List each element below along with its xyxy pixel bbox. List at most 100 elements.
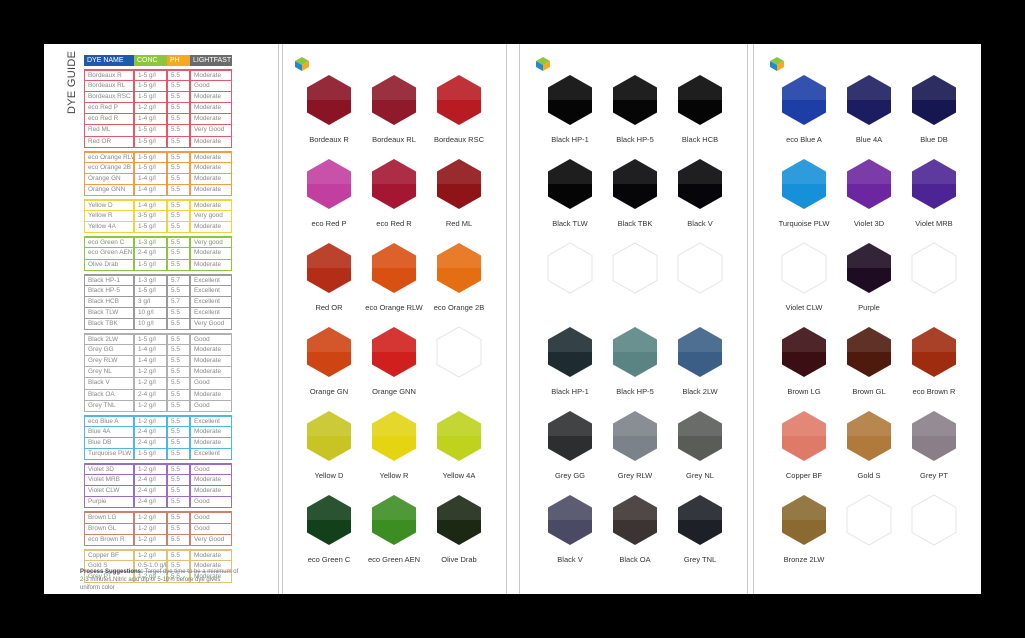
cell-conc: 3 g/l [134, 296, 167, 308]
hexagon-swatch-icon [847, 411, 891, 461]
swatch-violet-mrb: Violet MRB [909, 158, 959, 228]
cell-ph: 5.5 [167, 523, 190, 535]
cell-lightfast: Very Good [190, 534, 232, 546]
cell-ph: 5.5 [167, 400, 190, 412]
cell-dye-name: Purple [84, 497, 134, 509]
swatch-panel-blues: eco Blue A Blue 4A Blue DB Turquoise PLW Vio… [757, 44, 997, 594]
swatch-label: Olive Drab [441, 555, 477, 564]
cell-ph: 5.5 [167, 356, 190, 368]
hexagon-swatch-icon [307, 327, 351, 377]
cell-lightfast: Very Good [190, 318, 232, 331]
swatch-panel-reds: Bordeaux R Bordeaux RL Bordeaux RSC eco Red… [282, 44, 522, 594]
table-row: eco Red R 1-4 g/l 5.5 Moderate [84, 114, 232, 126]
hexagon-swatch-icon [912, 159, 956, 209]
cell-ph: 5.5 [167, 449, 190, 461]
swatch-grey-rlw: Grey RLW [610, 410, 660, 480]
hexagon-swatch-icon [678, 75, 722, 125]
table-row: Olive Drab 1-5 g/l 5.5 Moderate [84, 259, 232, 271]
cell-lightfast: Moderate [190, 475, 232, 487]
notes-label: Process Suggestions: [80, 569, 144, 575]
cell-dye-name: Blue 4A [84, 426, 134, 438]
hexagon-swatch-icon [782, 327, 826, 377]
swatch-black-tlw: Black TLW [545, 158, 595, 228]
table-row: eco Blue A 1-2 g/l 5.5 Excellent [84, 415, 232, 427]
swatch-label: Orange GNN [372, 387, 416, 396]
cell-conc: 1-2 g/l [134, 378, 167, 390]
table-row: Orange GN 1-4 g/l 5.5 Moderate [84, 173, 232, 185]
swatch-red-or: Red OR [304, 242, 354, 312]
cell-ph: 5.5 [167, 81, 190, 93]
cell-ph: 5.5 [167, 136, 190, 148]
dye-group: eco Green C 1-3 g/l 5.5 Very good eco Green … [84, 236, 232, 271]
dye-group: Yellow D 1-4 g/l 5.5 Moderate Yellow R 3-5 g/… [84, 199, 232, 234]
cell-lightfast: Excellent [190, 449, 232, 461]
swatch-empty [434, 326, 484, 387]
cell-lightfast: Moderate [190, 426, 232, 438]
hexagon-swatch-icon [437, 411, 481, 461]
cell-conc: 1-4 g/l [134, 345, 167, 357]
swatch-empty [844, 494, 894, 555]
hexagon-swatch-icon [678, 159, 722, 209]
cell-lightfast: Good [190, 334, 232, 346]
cell-conc: 2-4 g/l [134, 486, 167, 498]
brand-logo-icon [769, 56, 785, 72]
cell-dye-name: eco Red P [84, 103, 134, 115]
hexagon-swatch-icon [372, 243, 416, 293]
table-row: Yellow 4A 1-5 g/l 5.5 Moderate [84, 222, 232, 234]
cell-dye-name: Black HP-1 [84, 274, 134, 286]
swatch-eco-brown-r: eco Brown R [909, 326, 959, 396]
cell-ph: 5.5 [167, 345, 190, 357]
hexagon-swatch-icon [372, 159, 416, 209]
swatch-bordeaux-rsc: Bordeaux RSC [434, 74, 484, 144]
cell-lightfast: Moderate [190, 248, 232, 260]
hexagon-swatch-icon [613, 327, 657, 377]
cell-conc: 1-4 g/l [134, 173, 167, 185]
hexagon-swatch-icon [307, 495, 351, 545]
cell-ph: 5.5 [167, 334, 190, 346]
dye-group: Bordeaux R 1-5 g/l 5.5 Moderate Bordeaux RL 1… [84, 69, 232, 148]
cell-ph: 5.5 [167, 259, 190, 271]
cell-lightfast: Moderate [190, 162, 232, 174]
table-row: Violet CLW 2-4 g/l 5.5 Moderate [84, 486, 232, 498]
cell-lightfast: Moderate [190, 92, 232, 104]
hexagon-swatch-icon [437, 495, 481, 545]
hexagon-swatch-icon [782, 495, 826, 545]
swatch-black-2lw: Black 2LW [675, 326, 725, 396]
cell-dye-name: Bordeaux RL [84, 81, 134, 93]
cell-lightfast: Moderate [190, 114, 232, 126]
hexagon-swatch-icon [911, 242, 957, 294]
swatch-label: Violet MRB [915, 219, 953, 228]
swatch-label: Grey NL [686, 471, 714, 480]
cell-dye-name: Black HP-5 [84, 285, 134, 297]
table-row: Purple 2-4 g/l 5.5 Good [84, 497, 232, 509]
cell-conc: 1-5 g/l [134, 222, 167, 234]
cell-dye-name: Turquoise PLW [84, 449, 134, 461]
swatch-black-hcb: Black HCB [675, 74, 725, 144]
cell-ph: 5.5 [167, 415, 190, 427]
cell-lightfast: Good [190, 81, 232, 93]
table-row: Copper BF 1-2 g/l 5.5 Moderate [84, 549, 232, 561]
table-row: Brown LG 1-2 g/l 5.5 Good [84, 512, 232, 524]
cell-conc: 1-3 g/l [134, 237, 167, 249]
swatch-black-hp-1: Black HP-1 [545, 326, 595, 396]
cell-conc: 1-4 g/l [134, 356, 167, 368]
hexagon-swatch-icon [548, 495, 592, 545]
hexagon-swatch-icon [912, 75, 956, 125]
table-row: Red ML 1-5 g/l 5.5 Very Good [84, 125, 232, 137]
swatch-copper-bf: Copper BF [779, 410, 829, 480]
table-row: Violet MRB 2-4 g/l 5.5 Moderate [84, 475, 232, 487]
cell-ph: 5.5 [167, 378, 190, 390]
panel-divider [278, 44, 279, 594]
cell-ph: 5.5 [167, 151, 190, 163]
table-row: Black TLW 10 g/l 5.5 Excellent [84, 307, 232, 319]
table-row: Violet 3D 1-2 g/l 5.5 Good [84, 464, 232, 476]
hexagon-swatch-icon [678, 411, 722, 461]
table-row: Grey RLW 1-4 g/l 5.5 Moderate [84, 356, 232, 368]
hexagon-swatch-icon [437, 75, 481, 125]
dye-group: Black HP-1 1-3 g/l 5.7 Excellent Black HP-5 1… [84, 273, 232, 331]
cell-dye-name: Blue DB [84, 437, 134, 449]
swatch-black-hp-5: Black HP-5 [610, 74, 660, 144]
cell-dye-name: Yellow 4A [84, 222, 134, 234]
cell-ph: 5.7 [167, 274, 190, 286]
table-row: Brown GL 1-2 g/l 5.5 Good [84, 523, 232, 535]
